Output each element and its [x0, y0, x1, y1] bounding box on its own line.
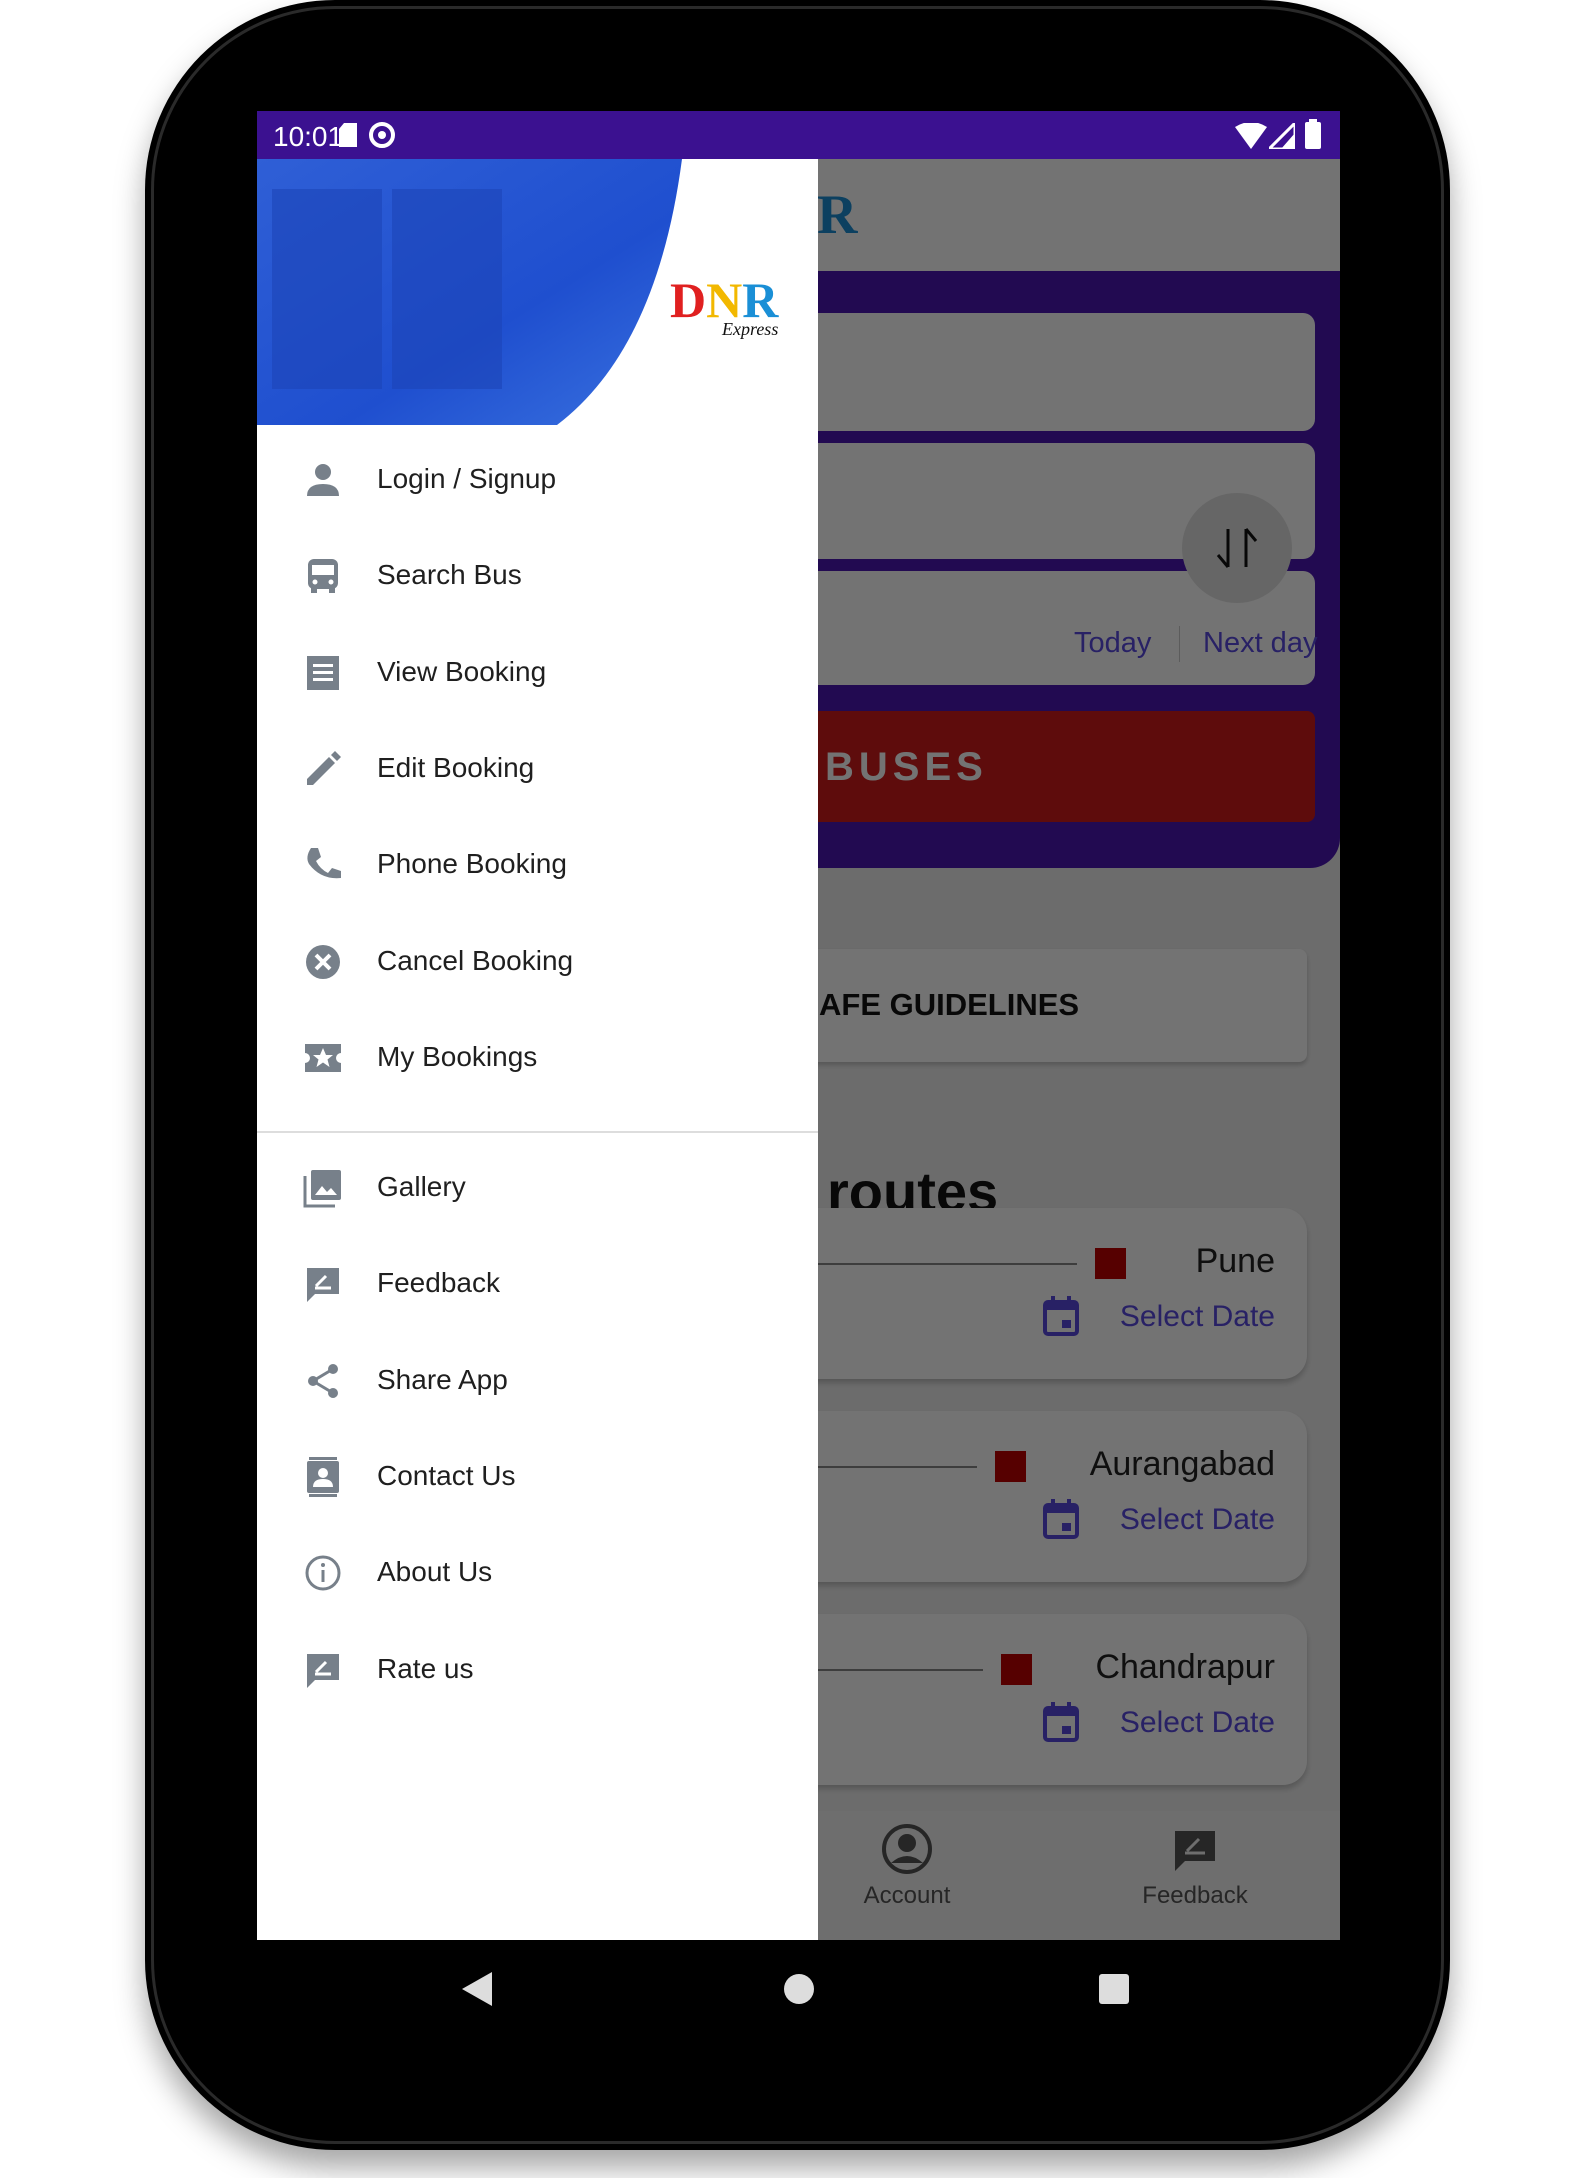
calendar-icon — [1043, 1702, 1079, 1742]
drawer-item-search-bus[interactable]: Search Bus — [257, 531, 818, 621]
signal-icon — [1269, 123, 1295, 149]
sync-icon — [369, 122, 395, 148]
bottom-nav-feedback-label: Feedback — [1142, 1882, 1248, 1909]
drawer-item-label: Contact Us — [377, 1459, 516, 1491]
drawer-item-label: View Booking — [377, 655, 547, 687]
phone-icon — [307, 848, 341, 879]
route-destination: Pune — [1195, 1242, 1275, 1280]
drawer-item-label: Rate us — [377, 1652, 474, 1684]
drawer-item-view-booking[interactable]: View Booking — [257, 628, 818, 718]
today-button[interactable]: Today — [1074, 627, 1151, 660]
sd-card-icon — [339, 123, 357, 147]
bus-icon — [308, 559, 338, 594]
drawer-item-phone-booking[interactable]: Phone Booking — [257, 820, 818, 910]
status-bar: 10:01 — [257, 111, 1340, 159]
back-icon[interactable] — [462, 1972, 496, 2006]
drawer-item-rate-us[interactable]: Rate us — [257, 1625, 818, 1715]
drawer-item-share-app[interactable]: Share App — [257, 1336, 818, 1426]
image-icon — [303, 1170, 341, 1208]
drawer-item-label: About Us — [377, 1556, 493, 1588]
drawer-header: DNR Express — [257, 159, 818, 425]
drawer-item-login-signup[interactable]: Login / Signup — [257, 435, 818, 525]
calendar-icon — [1043, 1296, 1079, 1336]
drawer-item-about-us[interactable]: About Us — [257, 1528, 818, 1618]
drawer-item-gallery[interactable]: Gallery — [257, 1143, 818, 1233]
cancel-icon — [306, 944, 340, 979]
drawer-item-edit-booking[interactable]: Edit Booking — [257, 724, 818, 814]
drawer-item-label: Phone Booking — [377, 848, 567, 880]
toolbar-logo: R — [817, 184, 858, 246]
navigation-drawer: DNR Express Login / Signup Search Bus View… — [257, 159, 818, 1940]
battery-icon — [1305, 119, 1321, 149]
drawer-item-label: My Bookings — [377, 1040, 538, 1072]
swap-vert-icon — [1216, 528, 1258, 568]
bottom-nav-account-label: Account — [863, 1882, 951, 1909]
bottom-nav-account[interactable]: Account — [807, 1823, 1007, 1910]
drawer-item-feedback[interactable]: Feedback — [257, 1239, 818, 1329]
share-icon — [308, 1363, 338, 1398]
wifi-icon — [1235, 123, 1267, 149]
contact-icon — [307, 1456, 339, 1497]
bottom-nav-feedback[interactable]: Feedback — [1095, 1823, 1295, 1910]
account-circle-icon — [882, 1824, 932, 1874]
drawer-item-cancel-booking[interactable]: Cancel Booking — [257, 917, 818, 1007]
swap-button[interactable] — [1182, 493, 1292, 603]
system-navigation-bar — [257, 1940, 1340, 2040]
date-divider — [1179, 626, 1180, 662]
select-date-link[interactable]: Select Date — [1120, 1300, 1275, 1334]
destination-marker — [1095, 1248, 1126, 1279]
drawer-item-label: Search Bus — [377, 559, 522, 591]
route-destination: Chandrapur — [1095, 1648, 1275, 1686]
home-icon[interactable] — [783, 1973, 815, 2005]
drawer-item-label: Login / Signup — [377, 463, 557, 494]
drawer-item-contact-us[interactable]: Contact Us — [257, 1432, 818, 1522]
drawer-item-label: Feedback — [377, 1267, 500, 1299]
drawer-item-label: Edit Booking — [377, 751, 535, 783]
dnr-logo: DNR Express — [670, 272, 779, 339]
pencil-icon — [307, 750, 341, 785]
receipt-icon — [307, 655, 339, 690]
calendar-icon — [1043, 1499, 1079, 1539]
destination-marker — [1001, 1654, 1032, 1685]
drawer-item-label: Share App — [377, 1363, 508, 1395]
drawer-item-label: Cancel Booking — [377, 944, 574, 976]
screen: 10:01 R Today Next day BUSES AFE GUIDELI… — [257, 111, 1340, 1940]
person-icon — [307, 464, 339, 496]
info-icon — [305, 1555, 341, 1591]
select-date-link[interactable]: Select Date — [1120, 1503, 1275, 1537]
next-day-button[interactable]: Next day — [1203, 627, 1317, 660]
drawer-item-my-bookings[interactable]: My Bookings — [257, 1013, 818, 1103]
rate-icon — [307, 1653, 339, 1688]
drawer-divider — [257, 1131, 818, 1133]
guidelines-label: AFE GUIDELINES — [819, 987, 1080, 1022]
route-destination: Aurangabad — [1089, 1445, 1275, 1483]
ticket-star-icon — [305, 1043, 341, 1072]
search-buses-label: BUSES — [825, 745, 988, 789]
recents-icon[interactable] — [1099, 1974, 1129, 2004]
feedback-icon — [1175, 1831, 1215, 1871]
drawer-item-label: Gallery — [377, 1171, 466, 1202]
status-time: 10:01 — [273, 121, 344, 152]
destination-marker — [995, 1451, 1026, 1482]
feedback-icon — [307, 1268, 339, 1303]
select-date-link[interactable]: Select Date — [1120, 1706, 1275, 1740]
